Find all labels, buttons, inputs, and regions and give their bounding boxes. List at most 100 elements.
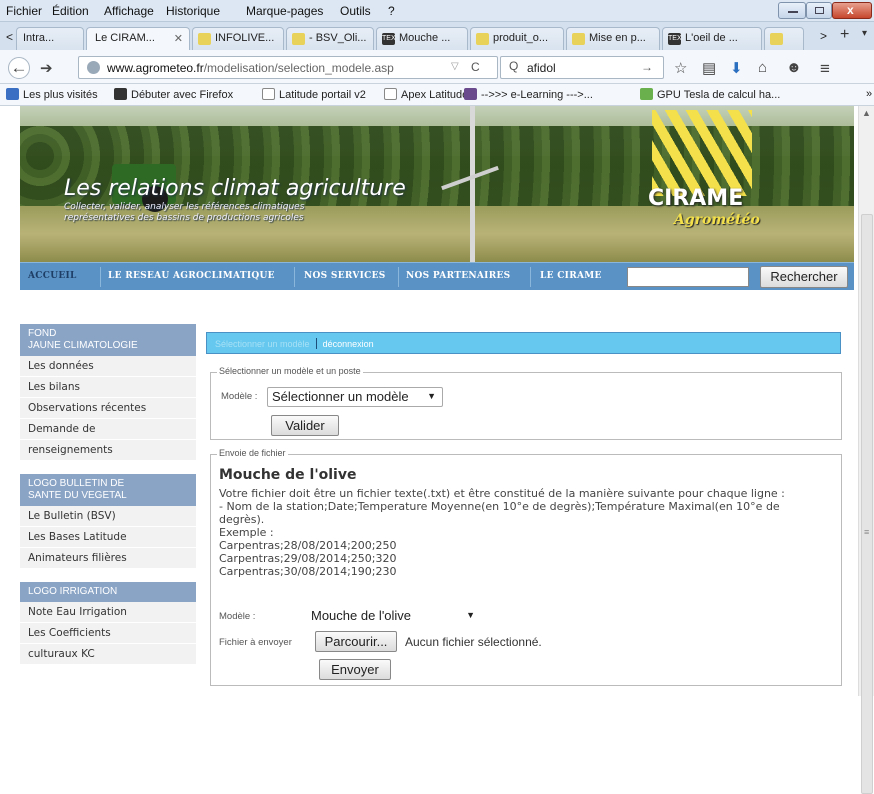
menu-help[interactable]: ? [388, 4, 395, 18]
forward-icon[interactable]: ➔ [40, 59, 53, 77]
tab-oeil[interactable]: TEX L'oeil de ... [662, 27, 762, 50]
menu-edit[interactable]: Édition [52, 4, 89, 18]
bookmark-latitude[interactable]: Latitude portail v2 [262, 88, 366, 101]
new-tab-icon[interactable]: + [840, 26, 849, 44]
site-search-input[interactable] [627, 267, 749, 287]
model2-select[interactable]: Mouche de l'olive ▼ [307, 607, 481, 627]
tab-bsv[interactable]: - BSV_Oli... [286, 27, 374, 50]
select-model-link[interactable]: Sélectionner un modèle [215, 339, 310, 349]
tab-label: INFOLIVE... [215, 32, 275, 44]
star-icon[interactable]: ☆ [674, 59, 687, 77]
tab-produit[interactable]: produit_o... [470, 27, 564, 50]
logo-subtext: Agrométéo [674, 212, 760, 228]
bookmark-most-visited[interactable]: Les plus visités [6, 88, 98, 101]
no-file-text: Aucun fichier sélectionné. [405, 635, 542, 649]
nav-services[interactable]: NOS SERVICES [304, 271, 386, 281]
sidebar-item-animateurs[interactable]: Animateurs filières [20, 548, 196, 569]
nav-separator [398, 267, 399, 287]
maximize-button[interactable] [806, 2, 832, 19]
back-icon[interactable]: ← [8, 57, 30, 79]
menu-tools[interactable]: Outils [340, 4, 371, 18]
upload-legend: Envoie de fichier [217, 448, 288, 458]
tab-bar: < Intra... Le CIRAM... ✕ INFOLIVE... - BS… [0, 22, 874, 50]
tab-list-icon[interactable]: ▾ [862, 28, 867, 39]
nav-accueil[interactable]: ACCUEIL [28, 271, 77, 281]
bookmark-elearning[interactable]: -->>> e-Learning --->... [464, 88, 593, 101]
tab-mise-en-page[interactable]: Mise en p... [566, 27, 660, 50]
nav-reseau[interactable]: LE RESEAU AGROCLIMATIQUE [108, 271, 275, 281]
tab-scroll-left-icon[interactable]: < [6, 30, 13, 44]
menu-bookmarks[interactable]: Marque-pages [246, 4, 323, 18]
banner-subtitle-line: Collecter, valider, analyser les référen… [64, 202, 305, 212]
chat-icon[interactable]: ☻ [786, 59, 802, 76]
bookmark-apex[interactable]: Apex Latitude [384, 88, 468, 101]
menu-view[interactable]: Affichage [104, 4, 154, 18]
close-window-button[interactable]: x [832, 2, 872, 19]
model-select[interactable]: Sélectionner un modèle ▼ [267, 387, 443, 407]
scroll-up-icon[interactable]: ▲ [862, 108, 871, 118]
tab-ciram[interactable]: Le CIRAM... ✕ [86, 27, 190, 50]
grip-icon: ≡ [864, 527, 870, 537]
sidebar-item-coefficients[interactable]: Les Coefficients [20, 623, 196, 644]
bookmark-label: Les plus visités [23, 89, 98, 101]
sidebar-heading-line: LOGO BULLETIN DE [28, 478, 125, 489]
bookmarks-bar: Les plus visités Débuter avec Firefox La… [0, 84, 874, 106]
select-model-fieldset: Sélectionner un modèle et un poste Modèl… [210, 366, 842, 440]
logout-link[interactable]: déconnexion [323, 339, 374, 349]
dropdown-icon[interactable]: ▽ [451, 61, 459, 72]
hamburger-menu-icon[interactable]: ≡ [820, 59, 830, 79]
menu-history[interactable]: Historique [166, 4, 220, 18]
page-scrollbar[interactable]: ▲ ≡ [858, 106, 874, 794]
tab-infolive[interactable]: INFOLIVE... [192, 27, 284, 50]
sidebar-gap [20, 461, 196, 474]
sidebar-item-donnees[interactable]: Les données [20, 356, 196, 377]
download-icon[interactable]: ⬇ [730, 59, 743, 77]
firefox-icon [114, 88, 127, 100]
search-button[interactable]: Rechercher [760, 266, 848, 288]
url-bar[interactable]: www.agrometeo.fr/modelisation/selection_… [78, 56, 498, 79]
validate-button[interactable]: Valider [271, 415, 339, 436]
tab-scroll-right-icon[interactable]: > [820, 29, 827, 43]
bookmark-getting-started[interactable]: Débuter avec Firefox [114, 88, 233, 101]
reading-list-icon[interactable]: ▤ [702, 59, 716, 77]
sidebar-item-demande[interactable]: Demande de [20, 419, 196, 440]
nav-cirame[interactable]: LE CIRAME [540, 271, 602, 281]
nav-partenaires[interactable]: NOS PARTENAIRES [406, 271, 510, 281]
example-line: Carpentras;29/08/2014;250;320 [219, 552, 397, 565]
bookmarks-overflow-icon[interactable]: » [866, 88, 872, 100]
tab-intra[interactable]: Intra... [16, 27, 84, 50]
cirame-logo: CIRAME Agrométéo [646, 106, 760, 256]
sun-rays-icon [652, 110, 752, 196]
tab-close-icon[interactable]: ✕ [174, 32, 183, 45]
example-line: Carpentras;30/08/2014;190;230 [219, 565, 397, 578]
reload-icon[interactable]: C [471, 60, 480, 74]
scrollbar-thumb[interactable]: ≡ [861, 214, 873, 794]
bookmark-gpu[interactable]: GPU Tesla de calcul ha... [640, 88, 780, 101]
model-label: Modèle : [221, 391, 258, 402]
search-input[interactable]: Q afidol → [500, 56, 664, 79]
minimize-icon [788, 11, 798, 13]
sidebar-item-renseignements[interactable]: renseignements [20, 440, 196, 461]
menu-file[interactable]: Fichier [6, 4, 42, 18]
weather-station-image [470, 106, 475, 262]
sidebar-item-kc[interactable]: culturaux KC [20, 644, 196, 665]
minimize-button[interactable] [778, 2, 806, 19]
url-host: www.agrometeo.fr [107, 61, 204, 75]
graduation-cap-icon [464, 88, 477, 100]
tab-label: L'oeil de ... [685, 32, 738, 44]
sidebar-item-note-eau[interactable]: Note Eau Irrigation [20, 602, 196, 623]
tab-more[interactable] [764, 27, 804, 50]
sidebar-item-bases-latitude[interactable]: Les Bases Latitude [20, 527, 196, 548]
home-icon[interactable]: ⌂ [758, 59, 767, 76]
sidebar-heading-line: FOND [28, 328, 57, 339]
search-go-icon[interactable]: → [641, 60, 653, 74]
instruction-line: degrès). [219, 513, 265, 526]
browse-button[interactable]: Parcourir... [315, 631, 397, 652]
tab-label: Intra... [23, 32, 55, 44]
send-button[interactable]: Envoyer [319, 659, 391, 680]
sidebar-heading-line: SANTE DU VEGETAL [28, 490, 127, 501]
tab-mouche[interactable]: TEX Mouche ... [376, 27, 468, 50]
sidebar-item-bulletin[interactable]: Le Bulletin (BSV) [20, 506, 196, 527]
sidebar-item-bilans[interactable]: Les bilans [20, 377, 196, 398]
sidebar-item-observations[interactable]: Observations récentes [20, 398, 196, 419]
